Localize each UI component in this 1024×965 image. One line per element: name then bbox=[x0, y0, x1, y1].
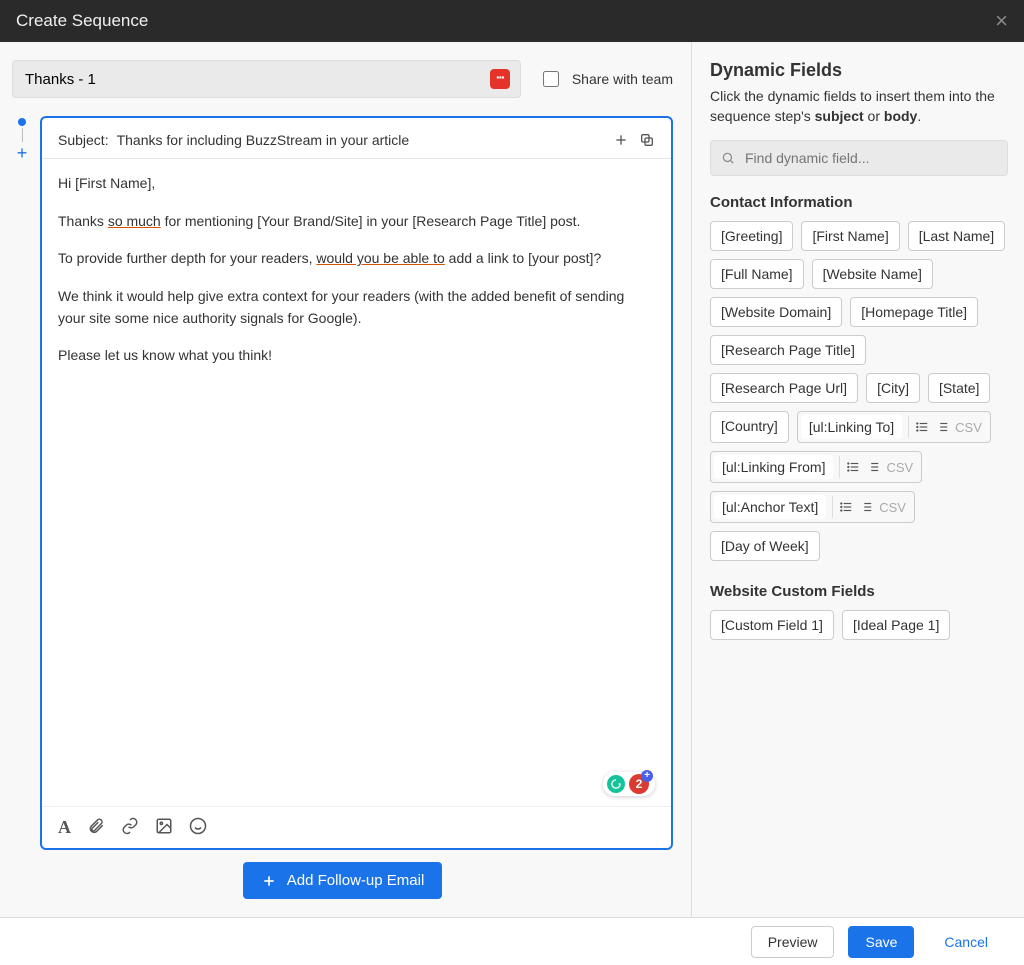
subject-actions bbox=[613, 132, 655, 148]
field-chip[interactable]: [Research Page Title] bbox=[710, 335, 866, 365]
sequence-name-input[interactable] bbox=[23, 70, 490, 89]
field-chip[interactable]: [ul:Linking From] bbox=[714, 455, 833, 479]
grammarly-plus-icon: + bbox=[641, 770, 653, 782]
main-layout: ··· Share with team + Subject: Thanks fo… bbox=[0, 42, 1024, 917]
list-bullet-icon[interactable] bbox=[846, 460, 860, 474]
field-chip[interactable]: [First Name] bbox=[801, 221, 899, 251]
close-icon[interactable]: × bbox=[995, 10, 1008, 32]
section-contact-title: Contact Information bbox=[710, 194, 1008, 211]
list-bullet-icon[interactable] bbox=[839, 500, 853, 514]
dynamic-fields-panel: Dynamic Fields Click the dynamic fields … bbox=[692, 42, 1024, 917]
grammarly-count: 2 + bbox=[629, 774, 649, 794]
csv-label[interactable]: CSV bbox=[955, 420, 982, 435]
search-icon bbox=[721, 151, 735, 165]
body-line: Thanks so much for mentioning [Your Bran… bbox=[58, 211, 655, 233]
subject-input[interactable]: Thanks for including BuzzStream in your … bbox=[117, 132, 613, 148]
email-editor-card: Subject: Thanks for including BuzzStream… bbox=[40, 116, 673, 850]
field-chip[interactable]: [ul:Linking To] bbox=[801, 415, 902, 439]
step-line bbox=[22, 128, 23, 142]
textexpander-icon[interactable]: ··· bbox=[490, 69, 510, 89]
email-body[interactable]: Hi [First Name], Thanks so much for ment… bbox=[42, 159, 671, 806]
left-pane: ··· Share with team + Subject: Thanks fo… bbox=[0, 42, 692, 917]
grammarly-widget[interactable]: 2 + bbox=[603, 772, 655, 796]
font-format-icon[interactable]: A bbox=[58, 817, 71, 838]
editor-row: + Subject: Thanks for including BuzzStre… bbox=[12, 116, 673, 850]
emoji-icon[interactable] bbox=[189, 817, 207, 838]
step-dot[interactable] bbox=[18, 118, 26, 126]
website-chips: [Custom Field 1] [Ideal Page 1] bbox=[710, 610, 1008, 640]
save-button[interactable]: Save bbox=[848, 926, 914, 958]
share-checkbox[interactable] bbox=[543, 71, 559, 87]
field-chip[interactable]: [Research Page Url] bbox=[710, 373, 858, 403]
list-number-icon[interactable] bbox=[859, 500, 873, 514]
csv-label[interactable]: CSV bbox=[879, 500, 906, 515]
add-step-icon[interactable]: + bbox=[17, 144, 28, 162]
titlebar: Create Sequence × bbox=[0, 0, 1024, 42]
field-chip-list: [ul:Linking To] CSV bbox=[797, 411, 991, 443]
add-followup-label: Add Follow-up Email bbox=[287, 872, 425, 889]
attachment-icon[interactable] bbox=[87, 817, 105, 838]
dynamic-search-input[interactable] bbox=[743, 149, 997, 167]
section-website-title: Website Custom Fields bbox=[710, 583, 1008, 600]
csv-label[interactable]: CSV bbox=[886, 460, 913, 475]
field-chip[interactable]: [Homepage Title] bbox=[850, 297, 978, 327]
add-followup-button[interactable]: Add Follow-up Email bbox=[243, 862, 443, 899]
list-number-icon[interactable] bbox=[935, 420, 949, 434]
follow-row: Add Follow-up Email bbox=[12, 850, 673, 907]
list-bullet-icon[interactable] bbox=[915, 420, 929, 434]
subject-label: Subject: bbox=[58, 132, 109, 148]
editor-toolbar: A bbox=[42, 806, 671, 848]
share-with-team[interactable]: Share with team bbox=[539, 68, 673, 90]
field-chip[interactable]: [Website Name] bbox=[812, 259, 933, 289]
modal-title: Create Sequence bbox=[16, 11, 148, 31]
field-chip[interactable]: [City] bbox=[866, 373, 920, 403]
top-row: ··· Share with team bbox=[12, 60, 673, 98]
body-line: Hi [First Name], bbox=[58, 173, 655, 195]
step-col: + bbox=[12, 116, 32, 850]
body-line: To provide further depth for your reader… bbox=[58, 248, 655, 270]
contact-chips: [Greeting] [First Name] [Last Name] [Ful… bbox=[710, 221, 1008, 561]
sequence-name-wrap: ··· bbox=[12, 60, 521, 98]
dynamic-hint: Click the dynamic fields to insert them … bbox=[710, 87, 1008, 126]
field-chip[interactable]: [Ideal Page 1] bbox=[842, 610, 950, 640]
field-chip[interactable]: [Custom Field 1] bbox=[710, 610, 834, 640]
list-number-icon[interactable] bbox=[866, 460, 880, 474]
footer: Preview Save Cancel bbox=[0, 917, 1024, 965]
field-chip[interactable]: [Day of Week] bbox=[710, 531, 820, 561]
dynamic-heading: Dynamic Fields bbox=[710, 60, 1008, 81]
field-chip[interactable]: [Website Domain] bbox=[710, 297, 842, 327]
plus-icon[interactable] bbox=[613, 132, 629, 148]
preview-button[interactable]: Preview bbox=[751, 926, 835, 958]
field-chip[interactable]: [State] bbox=[928, 373, 990, 403]
copy-icon[interactable] bbox=[639, 132, 655, 148]
field-chip[interactable]: [ul:Anchor Text] bbox=[714, 495, 826, 519]
cancel-button[interactable]: Cancel bbox=[928, 927, 1004, 957]
body-line: Please let us know what you think! bbox=[58, 345, 655, 367]
body-line: We think it would help give extra contex… bbox=[58, 286, 655, 329]
subject-row: Subject: Thanks for including BuzzStream… bbox=[42, 118, 671, 159]
grammarly-icon bbox=[607, 775, 625, 793]
field-chip[interactable]: [Country] bbox=[710, 411, 789, 443]
field-chip-list: [ul:Anchor Text] CSV bbox=[710, 491, 915, 523]
field-chip[interactable]: [Greeting] bbox=[710, 221, 793, 251]
field-chip[interactable]: [Last Name] bbox=[908, 221, 1005, 251]
field-chip[interactable]: [Full Name] bbox=[710, 259, 804, 289]
share-label: Share with team bbox=[572, 71, 673, 87]
link-icon[interactable] bbox=[121, 817, 139, 838]
field-chip-list: [ul:Linking From] CSV bbox=[710, 451, 922, 483]
dynamic-search[interactable] bbox=[710, 140, 1008, 176]
image-icon[interactable] bbox=[155, 817, 173, 838]
